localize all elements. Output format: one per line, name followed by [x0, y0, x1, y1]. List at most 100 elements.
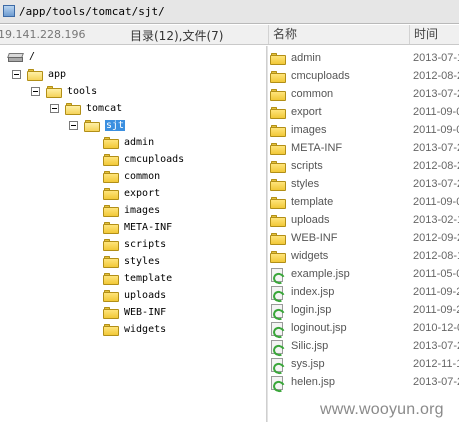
file-name: WEB-INF	[291, 232, 338, 244]
file-row-template[interactable]: template 2011-09-0	[268, 194, 459, 212]
file-row-cmcuploads[interactable]: cmcuploads 2012-08-2	[268, 68, 459, 86]
tree-node-label: admin	[124, 137, 155, 148]
tree-node-template[interactable]: template	[103, 270, 172, 287]
file-time: 2012-08-1	[413, 250, 459, 262]
folder-icon	[103, 170, 119, 183]
tree-node-images[interactable]: images	[103, 202, 160, 219]
file-row-index-jsp[interactable]: index.jsp 2011-09-2	[268, 284, 459, 302]
address-path[interactable]: /app/tools/tomcat/sjt/	[19, 4, 165, 19]
folder-icon	[270, 89, 286, 101]
tree-node-root[interactable]: /	[7, 48, 36, 65]
tree-node-label: WEB-INF	[124, 307, 167, 318]
tree-node-common[interactable]: common	[103, 168, 160, 185]
folder-icon	[103, 255, 119, 268]
status-bar: 19.141.228.196 目录(12),文件(7) 名称 时间	[0, 25, 459, 45]
tree-node-tomcat[interactable]: tomcat	[65, 100, 122, 117]
file-time: 2013-02-1	[413, 214, 459, 226]
tree-node-label: styles	[124, 256, 161, 267]
tree-node-uploads[interactable]: uploads	[103, 287, 166, 304]
tree-node-label: tools	[67, 86, 98, 97]
tree-node-cmcuploads[interactable]: cmcuploads	[103, 151, 184, 168]
file-row-uploads[interactable]: uploads 2013-02-1	[268, 212, 459, 230]
file-name: index.jsp	[291, 286, 335, 298]
jsp-file-icon	[271, 376, 283, 390]
file-row-meta-inf[interactable]: META-INF 2013-07-2	[268, 140, 459, 158]
folder-icon	[270, 161, 286, 173]
file-time: 2012-08-2	[413, 70, 459, 82]
file-row-sys-jsp[interactable]: sys.jsp 2012-11-1	[268, 356, 459, 374]
folder-icon	[103, 238, 119, 251]
file-name: template	[291, 196, 334, 208]
tree-node-admin[interactable]: admin	[103, 134, 154, 151]
tree-node-app[interactable]: app	[27, 66, 66, 83]
folder-icon	[270, 233, 286, 245]
file-row-web-inf[interactable]: WEB-INF 2012-09-2	[268, 230, 459, 248]
file-name: admin	[291, 52, 321, 64]
folder-icon	[270, 53, 286, 65]
collapse-toggle-icon[interactable]	[69, 121, 78, 130]
drive-icon	[7, 52, 24, 62]
collapse-toggle-icon[interactable]	[12, 70, 21, 79]
folder-open-icon	[84, 119, 100, 132]
folder-icon	[270, 197, 286, 209]
column-header-time[interactable]: 时间	[409, 25, 459, 44]
file-time: 2013-07-2	[413, 340, 459, 352]
file-name: export	[291, 106, 322, 118]
file-row-export[interactable]: export 2011-09-0	[268, 104, 459, 122]
file-row-widgets[interactable]: widgets 2012-08-1	[268, 248, 459, 266]
file-name: login.jsp	[291, 304, 332, 316]
tree-node-widgets[interactable]: widgets	[103, 321, 166, 338]
file-row-admin[interactable]: admin 2013-07-1	[268, 50, 459, 68]
file-list: admin 2013-07-1 cmcuploads 2012-08-2 com…	[268, 46, 459, 422]
jsp-file-icon	[271, 322, 283, 336]
tree-node-label-selected: sjt	[105, 120, 126, 131]
collapse-toggle-icon[interactable]	[50, 104, 59, 113]
server-ip: 19.141.228.196	[0, 28, 86, 41]
file-time: 2013-07-2	[413, 88, 459, 100]
file-row-loginout-jsp[interactable]: loginout.jsp 2010-12-0	[268, 320, 459, 338]
file-time: 2011-09-0	[413, 196, 459, 208]
file-time: 2013-07-2	[413, 178, 459, 190]
file-time: 2011-05-0	[413, 268, 459, 280]
tree-node-styles[interactable]: styles	[103, 253, 160, 270]
file-time: 2012-09-2	[413, 232, 459, 244]
folder-icon	[103, 204, 119, 217]
column-header-name[interactable]: 名称	[268, 25, 409, 44]
tree-node-scripts[interactable]: scripts	[103, 236, 166, 253]
tree-node-label: export	[124, 188, 161, 199]
address-bar[interactable]: /app/tools/tomcat/sjt/	[0, 0, 459, 24]
folder-icon	[103, 289, 119, 302]
file-time: 2011-09-2	[413, 286, 459, 298]
tree-node-tools[interactable]: tools	[46, 83, 97, 100]
tree-node-label: META-INF	[124, 222, 173, 233]
file-row-silic-jsp[interactable]: Silic.jsp 2013-07-2	[268, 338, 459, 356]
file-name: helen.jsp	[291, 376, 336, 388]
folder-path-icon	[3, 5, 15, 17]
file-name: cmcuploads	[291, 70, 350, 82]
tree-node-export[interactable]: export	[103, 185, 160, 202]
file-row-common[interactable]: common 2013-07-2	[268, 86, 459, 104]
file-row-helen-jsp[interactable]: helen.jsp 2013-07-2	[268, 374, 459, 392]
tree-node-label: /	[29, 51, 36, 62]
folder-icon	[103, 323, 119, 336]
file-time: 2013-07-2	[413, 142, 459, 154]
file-row-login-jsp[interactable]: login.jsp 2011-09-2	[268, 302, 459, 320]
file-row-scripts[interactable]: scripts 2012-08-2	[268, 158, 459, 176]
file-name: uploads	[291, 214, 330, 226]
tree-node-sjt[interactable]: sjt	[84, 117, 126, 134]
tree-node-web-inf[interactable]: WEB-INF	[103, 304, 166, 321]
jsp-file-icon	[271, 268, 283, 282]
file-name: sys.jsp	[291, 358, 325, 370]
folder-open-icon	[46, 85, 62, 98]
folder-icon	[103, 306, 119, 319]
file-row-images[interactable]: images 2011-09-0	[268, 122, 459, 140]
file-name: images	[291, 124, 327, 136]
file-row-example-jsp[interactable]: example.jsp 2011-05-0	[268, 266, 459, 284]
file-time: 2011-09-0	[413, 124, 459, 136]
collapse-toggle-icon[interactable]	[31, 87, 40, 96]
folder-icon	[270, 215, 286, 227]
file-row-styles[interactable]: styles 2013-07-2	[268, 176, 459, 194]
tree-node-meta-inf[interactable]: META-INF	[103, 219, 172, 236]
folder-icon	[270, 179, 286, 191]
folder-icon	[103, 136, 119, 149]
